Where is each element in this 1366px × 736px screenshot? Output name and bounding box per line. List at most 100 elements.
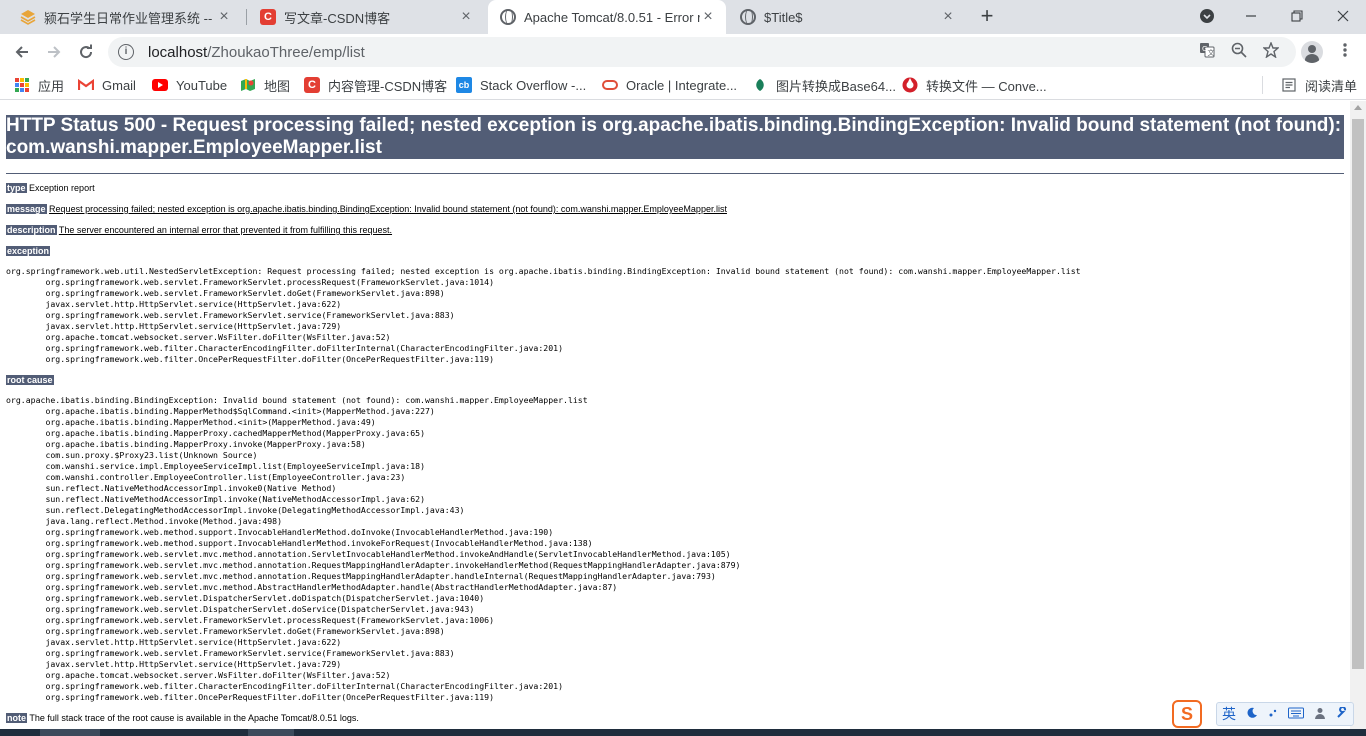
tab-homework-system[interactable]: 颍石学生日常作业管理系统 -- 全... × (8, 0, 242, 34)
new-tab-button[interactable]: + (976, 5, 998, 28)
close-icon[interactable]: × (940, 8, 956, 25)
reload-button[interactable] (72, 38, 100, 66)
ime-toolbar: S 英 (1172, 699, 1364, 729)
csdn-icon: C (304, 77, 320, 93)
divider (6, 173, 1344, 174)
youtube-icon (152, 77, 168, 93)
scrollbar-thumb[interactable] (1352, 119, 1364, 669)
ime-language-toggle[interactable]: 英 (1222, 704, 1236, 724)
close-icon[interactable]: × (216, 8, 232, 25)
translate-icon[interactable]: G文 (1198, 41, 1216, 59)
close-icon[interactable]: × (700, 8, 716, 25)
user-icon[interactable] (1314, 706, 1326, 722)
oracle-icon (602, 77, 618, 93)
message-label: message (6, 204, 47, 214)
svg-text:文: 文 (1208, 48, 1215, 57)
tab-divider (246, 9, 247, 25)
stack-icon (20, 9, 36, 25)
stackoverflow-icon: cb (456, 77, 472, 93)
forward-button[interactable] (40, 38, 68, 66)
zoom-icon[interactable] (1230, 41, 1248, 59)
bookmark-label: 应用 (38, 78, 65, 94)
tab-title: 颍石学生日常作业管理系统 -- 全... (44, 10, 216, 26)
description-value: The server encountered an internal error… (58, 225, 393, 235)
tab-search-icon[interactable] (1184, 0, 1230, 32)
bookmark-base64[interactable]: 图片转换成Base64... (752, 76, 896, 94)
taskbar-item[interactable] (40, 729, 100, 736)
root-cause-stack-trace: org.apache.ibatis.binding.BindingExcepti… (6, 395, 741, 702)
bookmark-stackoverflow[interactable]: cb Stack Overflow -... (456, 76, 586, 94)
close-window-button[interactable] (1320, 0, 1366, 32)
convert-icon (902, 77, 918, 93)
scroll-up-icon[interactable] (1354, 105, 1362, 110)
bookmark-label: Stack Overflow -... (480, 77, 587, 93)
taskbar-item[interactable] (248, 729, 294, 736)
wrench-icon[interactable] (1336, 706, 1348, 722)
bookmark-convert[interactable]: 转换文件 — Conve... (902, 76, 1047, 94)
tab-title-placeholder[interactable]: $Title$ × (728, 0, 966, 34)
back-button[interactable] (8, 38, 36, 66)
description-label: description (6, 225, 57, 235)
bookmark-label: 地图 (264, 78, 291, 94)
bookmark-label: Gmail (102, 77, 136, 93)
bookmark-youtube[interactable]: YouTube (152, 76, 227, 94)
browser-toolbar: i localhost/ZhoukaoThree/emp/list G文 (0, 34, 1366, 70)
tab-tomcat-error[interactable]: Apache Tomcat/8.0.51 - Error r... × (488, 0, 726, 34)
description-row: description The server encountered an in… (6, 224, 1344, 236)
tab-title: Apache Tomcat/8.0.51 - Error r... (524, 9, 700, 25)
bookmark-label: YouTube (176, 77, 228, 93)
type-label: type (6, 183, 27, 193)
note-row: note The full stack trace of the root ca… (6, 712, 1344, 724)
bookmarks-bar: 应用 Gmail YouTube 地图 C 内容管理-CSDN博客 cb Sta… (0, 70, 1366, 100)
root-cause-row: root cause (6, 374, 1344, 386)
menu-icon[interactable] (1336, 41, 1354, 59)
bookmark-oracle[interactable]: Oracle | Integrate... (602, 76, 737, 94)
bookmark-star-icon[interactable] (1262, 41, 1280, 59)
url-text[interactable]: localhost/ZhoukaoThree/emp/list (148, 44, 365, 61)
leaf-icon (752, 77, 768, 93)
keyboard-icon[interactable] (1288, 706, 1304, 722)
csdn-icon: C (260, 9, 276, 25)
address-bar[interactable]: i localhost/ZhoukaoThree/emp/list (108, 37, 1296, 67)
os-taskbar (0, 729, 1366, 736)
type-row: type Exception report (6, 182, 1344, 194)
bookmark-maps[interactable]: 地图 (240, 76, 290, 94)
bookmark-label: 阅读清单 (1305, 78, 1358, 94)
moon-icon[interactable] (1246, 706, 1258, 722)
info-icon[interactable]: i (118, 44, 134, 60)
tab-title: $Title$ (764, 9, 803, 25)
bookmark-label: 图片转换成Base64... (776, 78, 896, 94)
bookmark-label: Oracle | Integrate... (626, 77, 738, 93)
type-value: Exception report (29, 183, 95, 193)
tab-title: 写文章-CSDN博客 (284, 10, 391, 26)
profile-avatar[interactable] (1301, 41, 1323, 63)
ime-status-bar: 英 (1216, 702, 1354, 726)
reading-list-icon (1281, 77, 1297, 93)
page-scrollbar[interactable] (1350, 101, 1366, 736)
message-value: Request processing failed; nested except… (49, 204, 727, 214)
bookmark-csdn[interactable]: C 内容管理-CSDN博客 (304, 76, 447, 94)
root-cause-label: root cause (6, 375, 54, 385)
error-title: HTTP Status 500 - Request processing fai… (6, 115, 1344, 159)
globe-icon (500, 9, 516, 25)
close-icon[interactable]: × (458, 8, 474, 25)
sogou-logo-icon[interactable]: S (1172, 700, 1202, 728)
exception-label: exception (6, 246, 51, 256)
message-row: message Request processing failed; neste… (6, 203, 1344, 215)
tab-strip: 颍石学生日常作业管理系统 -- 全... × C 写文章-CSDN博客 × Ap… (0, 0, 1366, 34)
minimize-button[interactable] (1228, 0, 1274, 32)
punctuation-icon[interactable] (1268, 706, 1278, 722)
url-path: /ZhoukaoThree/emp/list (207, 43, 365, 61)
exception-row: exception (6, 245, 1344, 257)
tab-csdn-write[interactable]: C 写文章-CSDN博客 × (248, 0, 484, 34)
globe-icon (740, 9, 756, 25)
exception-stack-trace: org.springframework.web.util.NestedServl… (6, 266, 1081, 364)
note-label: note (6, 713, 27, 723)
restore-button[interactable] (1274, 0, 1320, 32)
bookmark-gmail[interactable]: Gmail (78, 76, 136, 94)
bookmark-reading-list[interactable]: 阅读清单 (1262, 76, 1357, 94)
bookmark-apps[interactable]: 应用 (14, 76, 64, 94)
maps-icon (240, 77, 256, 93)
bookmark-label: 转换文件 — Conve... (926, 78, 1047, 94)
gmail-icon (78, 77, 94, 93)
